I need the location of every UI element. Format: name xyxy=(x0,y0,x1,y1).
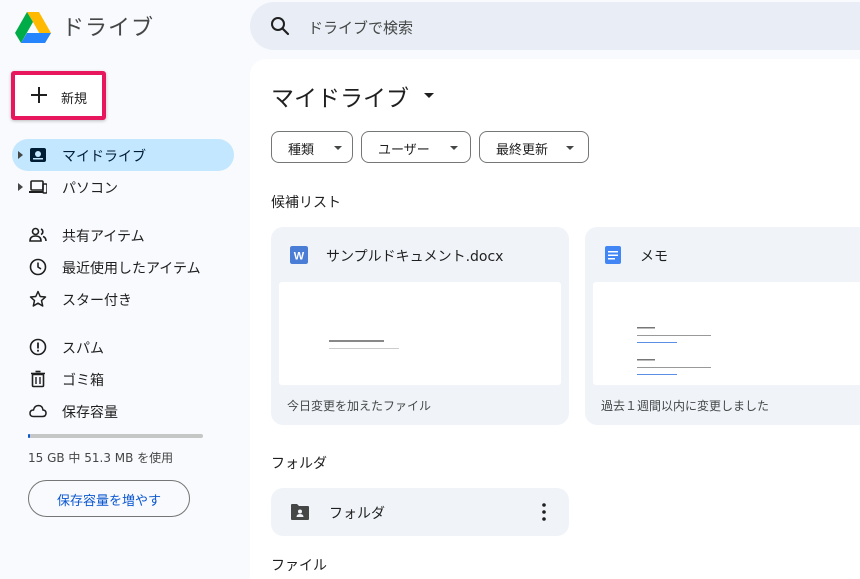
chip-label: ユーザー xyxy=(378,143,430,158)
trash-icon xyxy=(31,370,45,388)
folders-section-title: フォルダ xyxy=(271,456,327,472)
sidebar-item-my-drive[interactable]: マイドライブ xyxy=(12,139,234,171)
card-title: メモ xyxy=(640,249,668,265)
svg-text:W: W xyxy=(294,251,305,263)
file-thumbnail xyxy=(279,282,561,385)
storage-usage-fill xyxy=(28,434,30,438)
card-title: サンプルドキュメント.docx xyxy=(326,249,504,265)
sidebar-item-label: 最近使用したアイテム xyxy=(62,261,201,277)
filter-type-chip[interactable]: 種類 xyxy=(271,131,353,163)
computers-icon xyxy=(29,180,47,194)
sidebar-item-label: スパム xyxy=(62,341,104,357)
storage-usage-text: 15 GB 中 51.3 MB を使用 xyxy=(28,451,174,465)
sidebar-item-label: ゴミ箱 xyxy=(62,373,104,389)
title-dropdown-icon[interactable] xyxy=(424,93,434,98)
chevron-down-icon xyxy=(450,146,458,150)
chip-label: 種類 xyxy=(288,143,315,158)
sidebar-item-label: パソコン xyxy=(62,181,118,197)
chip-label: 最終更新 xyxy=(496,143,549,158)
filter-people-chip[interactable]: ユーザー xyxy=(361,131,471,163)
search-input[interactable]: ドライブで検索 xyxy=(308,17,413,38)
suggested-file-card[interactable]: メモ 過去１週間以内に変更しました xyxy=(585,227,860,425)
suggested-section-title: 候補リスト xyxy=(271,195,341,211)
expand-caret-icon[interactable] xyxy=(18,151,23,159)
sidebar-item-recent[interactable]: 最近使用したアイテム xyxy=(12,251,234,283)
sidebar-item-spam[interactable]: スパム xyxy=(12,331,234,363)
clock-icon xyxy=(29,258,47,276)
page-title[interactable]: マイドライブ xyxy=(271,79,409,113)
expand-caret-icon[interactable] xyxy=(18,183,23,191)
suggested-file-card[interactable]: W サンプルドキュメント.docx 今日変更を加えたファイル xyxy=(271,227,569,425)
sidebar-item-storage[interactable]: 保存容量 xyxy=(12,395,234,427)
google-drive-logo-icon[interactable] xyxy=(14,8,52,46)
search-bar[interactable]: ドライブで検索 xyxy=(250,2,860,50)
get-more-storage-button[interactable]: 保存容量を増やす xyxy=(28,480,190,517)
card-subtitle: 過去１週間以内に変更しました xyxy=(601,399,770,413)
memo-preview-image xyxy=(637,327,711,375)
card-subtitle: 今日変更を加えたファイル xyxy=(287,399,432,413)
plus-icon xyxy=(31,87,47,103)
sidebar-item-computers[interactable]: パソコン xyxy=(12,171,234,203)
storage-usage-bar xyxy=(28,434,203,438)
search-icon[interactable] xyxy=(270,16,290,36)
filter-modified-chip[interactable]: 最終更新 xyxy=(479,131,589,163)
word-doc-icon: W xyxy=(290,246,308,264)
my-drive-icon xyxy=(30,148,46,162)
more-vert-icon[interactable] xyxy=(541,502,547,522)
sidebar-item-label: スター付き xyxy=(62,293,132,309)
sidebar-item-trash[interactable]: ゴミ箱 xyxy=(12,363,234,395)
files-section-title: ファイル xyxy=(271,558,327,574)
chevron-down-icon xyxy=(334,146,342,150)
cloud-icon xyxy=(29,404,47,418)
spam-icon xyxy=(29,338,47,356)
sidebar-item-shared[interactable]: 共有アイテム xyxy=(12,219,234,251)
get-more-storage-label: 保存容量を増やす xyxy=(56,494,161,509)
folder-card[interactable]: フォルダ xyxy=(271,488,569,536)
sidebar-item-label: 保存容量 xyxy=(62,405,118,421)
sidebar-item-label: 共有アイテム xyxy=(62,229,145,245)
new-button-label: 新規 xyxy=(61,92,88,107)
document-preview-image xyxy=(329,340,399,349)
new-button[interactable]: 新規 xyxy=(11,71,106,120)
folder-name: フォルダ xyxy=(329,506,385,522)
sidebar-item-starred[interactable]: スター付き xyxy=(12,283,234,315)
google-docs-icon xyxy=(605,246,621,264)
shared-folder-icon xyxy=(291,504,309,520)
file-thumbnail xyxy=(593,282,860,385)
sidebar-item-label: マイドライブ xyxy=(62,149,146,165)
chevron-down-icon xyxy=(566,146,574,150)
main-content: マイドライブ 種類 ユーザー 最終更新 候補リスト W サンプルドキュメント.d… xyxy=(250,59,860,579)
shared-icon xyxy=(29,227,47,242)
star-icon xyxy=(29,290,47,307)
app-title[interactable]: ドライブ xyxy=(62,10,154,42)
